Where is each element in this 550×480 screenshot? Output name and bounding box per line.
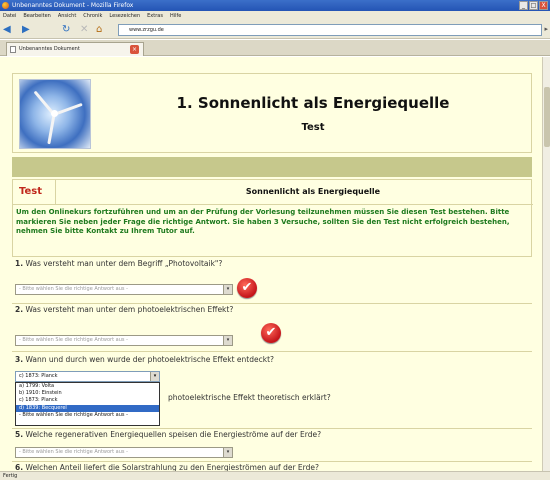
tab-unbenanntes-dokument[interactable]: Unbenanntes Dokument × [6, 42, 144, 56]
chevron-down-icon: ▾ [223, 285, 232, 294]
checkmark-icon: ✔ [261, 323, 281, 343]
stop-icon[interactable]: ✕ [80, 24, 88, 36]
page-content: 1. Sonnenlicht als Energiequelle Test Te… [0, 57, 542, 471]
menu-lesezeichen[interactable]: Lesezeichen [109, 11, 140, 21]
section-title: Sonnenlicht als Energiequelle [245, 187, 381, 196]
question-text: Welche regenerativen Energiequellen spei… [25, 430, 322, 439]
intro-text: Um den Onlinekurs fortzuführen und um an… [16, 208, 510, 235]
answer-select-2[interactable]: - Bitte wählen Sie die richtige Antwort … [15, 335, 233, 346]
divider [12, 461, 532, 462]
checkmark-icon: ✔ [237, 278, 257, 298]
question-number: 1. [15, 259, 24, 268]
question-text: Wann und durch wen wurde der photoelektr… [25, 355, 275, 364]
answer-select-1[interactable]: - Bitte wählen Sie die richtige Antwort … [15, 284, 233, 295]
document-icon [10, 46, 16, 53]
menu-extras[interactable]: Extras [147, 11, 163, 21]
divider [55, 180, 56, 204]
maximize-button[interactable]: □ [529, 1, 538, 10]
tab-bar: Unbenanntes Dokument × [0, 40, 550, 56]
close-tab-icon[interactable]: × [130, 45, 139, 54]
question-5: 5. Welche regenerativen Energiequellen s… [15, 430, 321, 439]
question-number: 2. [15, 305, 24, 314]
tab-label: Unbenanntes Dokument [19, 46, 80, 52]
select-value: - Bitte wählen Sie die richtige Antwort … [19, 286, 128, 292]
question-number: 3. [15, 355, 24, 364]
answer-options-list: a) 1799: Volta b) 1910: Einstein c) 1873… [15, 382, 160, 426]
menu-hilfe[interactable]: Hilfe [170, 11, 181, 21]
question-1: 1. Was versteht man unter dem Begriff „P… [15, 259, 222, 268]
vertical-scrollbar[interactable] [542, 57, 550, 471]
option-placeholder[interactable]: - Bitte wählen Sie die richtige Antwort … [16, 412, 159, 419]
scrollbar-thumb[interactable] [544, 87, 550, 147]
menu-datei[interactable]: Datei [3, 11, 16, 21]
option-becquerel[interactable]: d) 1839: Becquerel [16, 404, 159, 412]
option-planck[interactable]: c) 1873: Planck [16, 397, 159, 404]
question-text: Welchen Anteil liefert die Solarstrahlun… [25, 463, 319, 471]
firefox-icon [2, 2, 9, 9]
go-icon[interactable]: ▸ [544, 25, 548, 33]
divider-band [12, 157, 532, 177]
answer-select-3[interactable]: c) 1873: Planck ▾ [15, 371, 160, 382]
test-info-box: Test Sonnenlicht als Energiequelle Um de… [12, 179, 533, 257]
back-icon[interactable]: ◀ [3, 24, 11, 36]
page-subtitle: Test [301, 122, 325, 133]
question-6: 6. Welchen Anteil liefert die Solarstrah… [15, 463, 319, 471]
select-value: c) 1873: Planck [19, 373, 58, 379]
page-header: 1. Sonnenlicht als Energiequelle Test [12, 73, 532, 153]
wind-turbine-logo [19, 79, 91, 149]
forward-icon[interactable]: ▶ [22, 24, 30, 36]
answer-select-5[interactable]: - Bitte wählen Sie die richtige Antwort … [15, 447, 233, 458]
menu-bar: Datei Bearbeiten Ansicht Chronik Lesezei… [0, 11, 550, 21]
question-number: 6. [15, 463, 24, 471]
question-4: photoelektrische Effekt theoretisch erkl… [168, 393, 331, 402]
select-value: - Bitte wählen Sie die richtige Antwort … [19, 449, 128, 455]
window-titlebar: Unbenanntes Dokument - Mozilla Firefox _… [0, 0, 550, 11]
menu-ansicht[interactable]: Ansicht [58, 11, 76, 21]
chevron-down-icon: ▾ [150, 372, 159, 381]
question-2: 2. Was versteht man unter dem photoelekt… [15, 305, 233, 314]
question-number: 5. [15, 430, 24, 439]
status-bar: Fertig [0, 471, 550, 480]
chevron-down-icon: ▾ [223, 336, 232, 345]
option-volta[interactable]: a) 1799: Volta [16, 383, 159, 390]
page-title: 1. Sonnenlicht als Energiequelle [176, 94, 450, 112]
reload-icon[interactable]: ↻ [62, 24, 70, 36]
question-text: Was versteht man unter dem Begriff „Phot… [25, 259, 223, 268]
question-text: Was versteht man unter dem photoelektris… [25, 305, 234, 314]
chevron-down-icon: ▾ [223, 448, 232, 457]
divider [12, 428, 532, 429]
menu-chronik[interactable]: Chronik [83, 11, 102, 21]
turbine-hub [51, 110, 58, 117]
url-bar[interactable]: www.zrzgu.de [118, 24, 542, 36]
close-window-button[interactable]: X [539, 1, 548, 10]
menu-bearbeiten[interactable]: Bearbeiten [23, 11, 50, 21]
option-einstein[interactable]: b) 1910: Einstein [16, 390, 159, 397]
test-label: Test [19, 186, 43, 197]
question-text: photoelektrische Effekt theoretisch erkl… [168, 393, 331, 402]
divider [13, 204, 533, 205]
turbine-blade [47, 114, 56, 145]
navigation-toolbar: ◀ ▶ ↻ ✕ ⌂ www.zrzgu.de ▸ [0, 21, 550, 39]
select-value: - Bitte wählen Sie die richtige Antwort … [19, 337, 128, 343]
minimize-button[interactable]: _ [519, 1, 528, 10]
window-title: Unbenanntes Dokument - Mozilla Firefox [12, 2, 134, 9]
divider [12, 303, 532, 304]
window-controls: _ □ X [519, 1, 548, 10]
divider [12, 351, 532, 352]
question-3: 3. Wann und durch wen wurde der photoele… [15, 355, 274, 364]
home-icon[interactable]: ⌂ [96, 24, 102, 36]
